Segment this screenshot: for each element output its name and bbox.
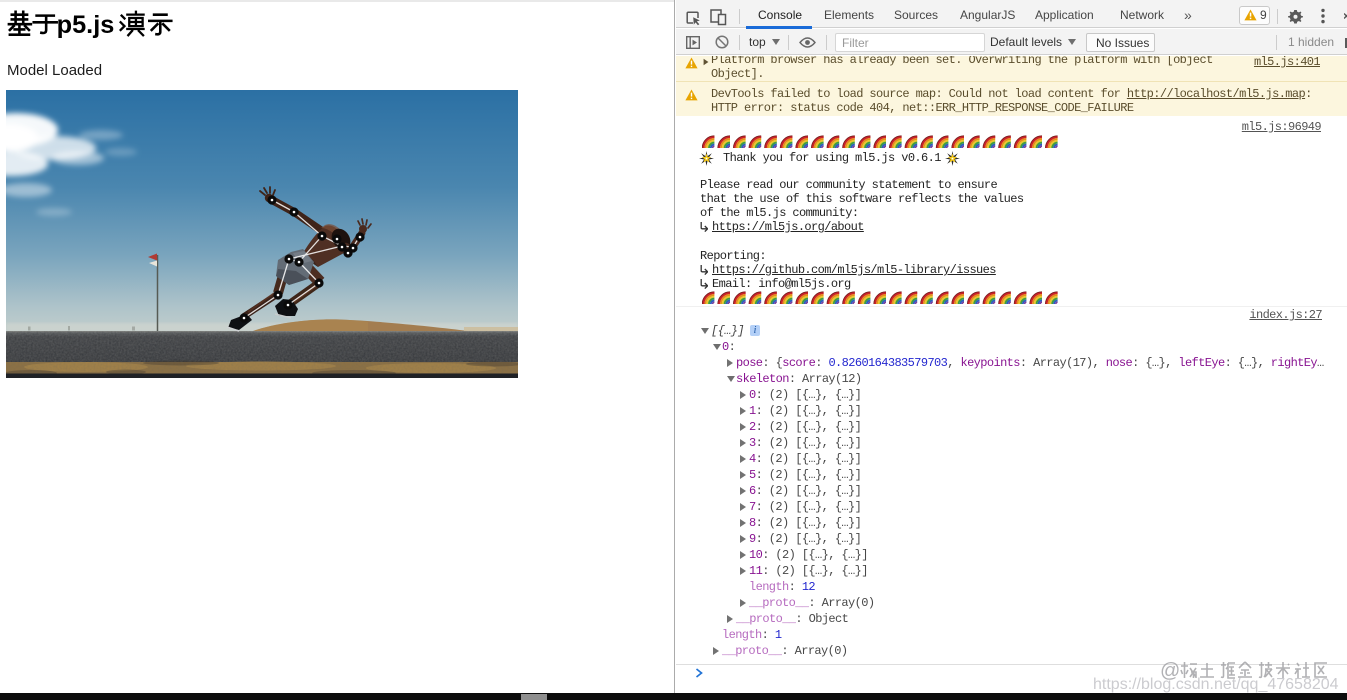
svg-text:p5.js: p5.js [57, 11, 115, 39]
